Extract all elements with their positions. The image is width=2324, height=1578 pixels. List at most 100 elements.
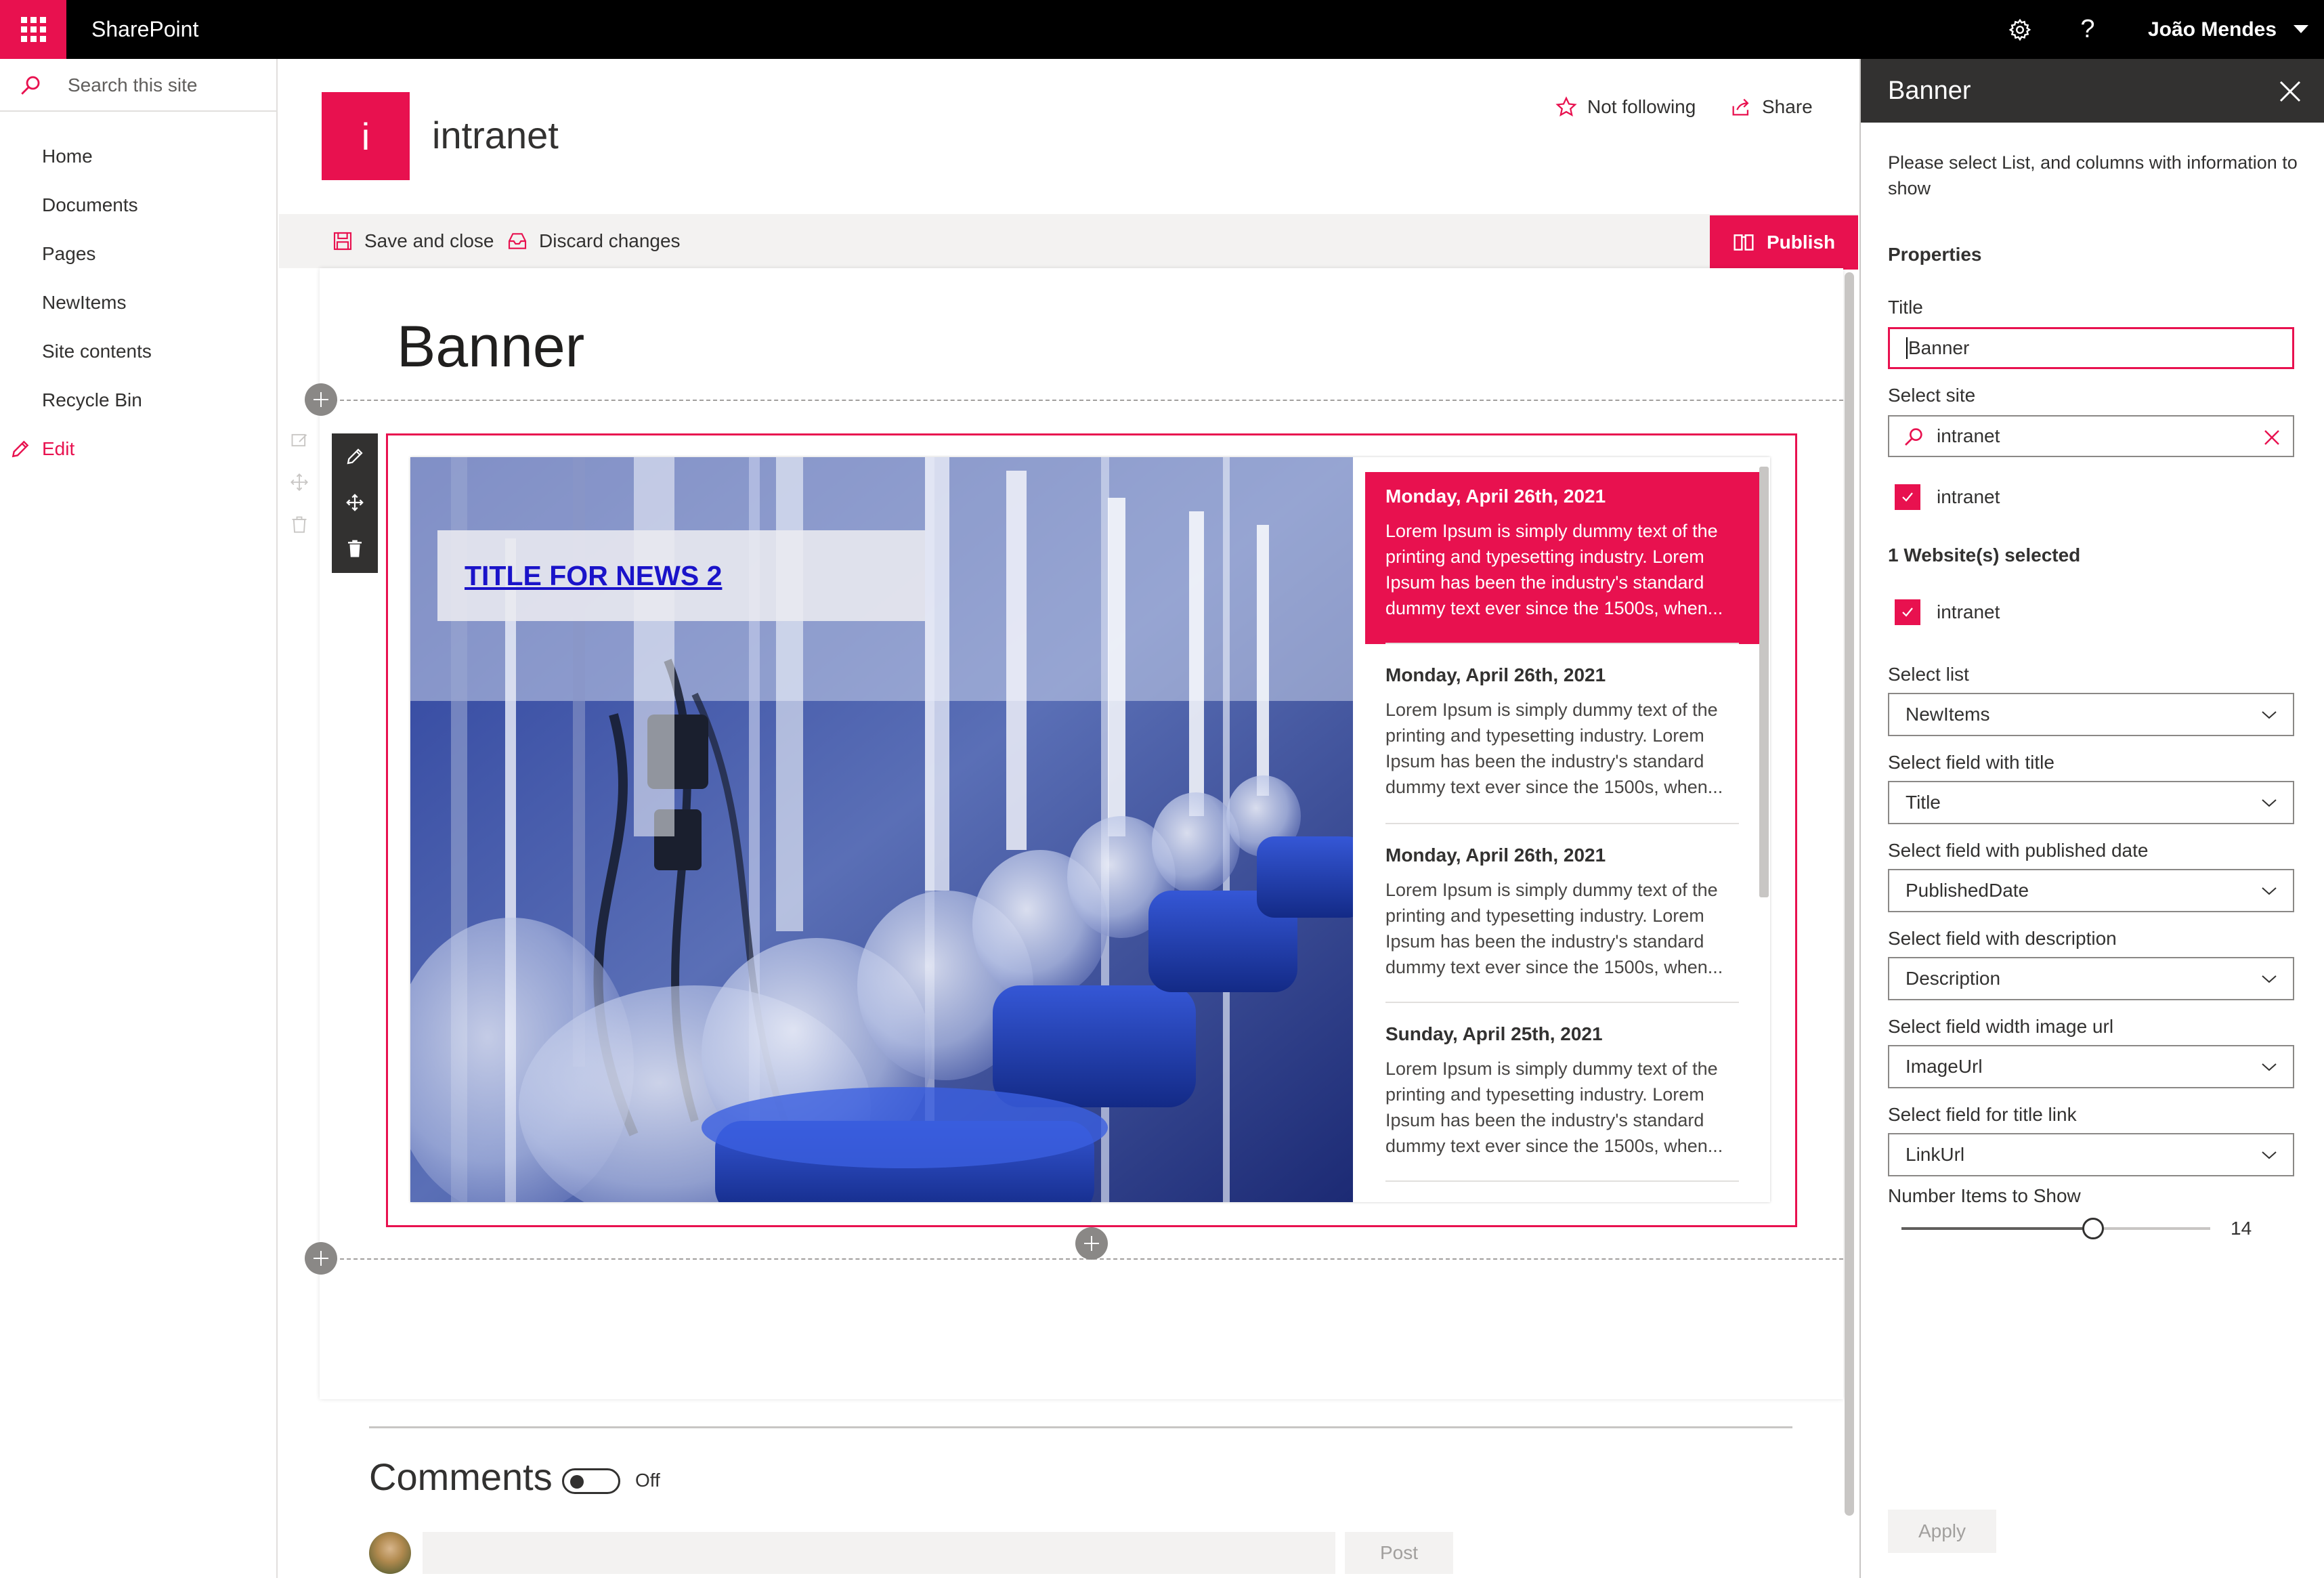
news-item[interactable]: Monday, April 26th, 2021 Lorem Ipsum is …	[1365, 472, 1759, 644]
left-navigation: Search this site Home Documents Pages Ne…	[0, 59, 278, 1578]
star-icon	[1555, 96, 1577, 117]
field-link-label: Select field for title link	[1888, 1104, 2077, 1125]
save-and-close-button[interactable]: Save and close	[332, 214, 494, 268]
close-icon[interactable]	[2277, 78, 2304, 105]
plus-icon	[1084, 1236, 1099, 1251]
site-option-checkbox[interactable]	[1895, 484, 1920, 510]
webpart-toolbar	[332, 433, 378, 573]
hero-title-box: TITLE FOR NEWS 2	[437, 530, 925, 621]
title-field-label: Title	[1888, 297, 1923, 318]
number-items-label: Number Items to Show	[1888, 1185, 2081, 1206]
save-icon	[333, 232, 352, 251]
publish-label: Publish	[1766, 232, 1836, 253]
toggle-knob	[570, 1475, 584, 1489]
nav-item-home[interactable]: Home	[42, 143, 93, 170]
news-description: Lorem Ipsum is simply dummy text of the …	[1385, 880, 1723, 977]
delete-section-button[interactable]	[290, 515, 309, 537]
field-description-dropdown[interactable]: Description	[1888, 957, 2294, 1000]
clear-icon[interactable]	[2263, 429, 2281, 446]
news-divider	[1385, 643, 1739, 644]
move-section-button[interactable]	[290, 473, 309, 495]
news-date: Monday, April 26th, 2021	[1385, 486, 1606, 507]
follow-button[interactable]: Not following	[1555, 93, 1696, 121]
add-section-button-bottom[interactable]	[305, 1242, 337, 1275]
comments-title: Comments	[369, 1455, 553, 1498]
news-divider	[1385, 1180, 1739, 1182]
select-list-value: NewItems	[1906, 704, 1990, 725]
nav-item-newitems[interactable]: NewItems	[42, 289, 126, 316]
nav-item-pages[interactable]: Pages	[42, 240, 95, 268]
comment-input[interactable]	[423, 1532, 1335, 1574]
discard-changes-label: Discard changes	[539, 230, 681, 251]
site-logo[interactable]: i	[322, 92, 410, 180]
news-item[interactable]: Monday, April 26th, 2021 Lorem Ipsum is …	[1365, 831, 1759, 1003]
caret-down-icon	[2294, 24, 2308, 33]
app-launcher-button[interactable]	[0, 0, 66, 59]
field-description-value: Description	[1906, 968, 2001, 989]
news-description: Lorem Ipsum is simply dummy text of the …	[1385, 1059, 1723, 1156]
site-title[interactable]: intranet	[432, 112, 559, 159]
text-caret	[1906, 337, 1908, 359]
pane-description: Please select List, and columns with inf…	[1888, 152, 2298, 198]
field-title-dropdown[interactable]: Title	[1888, 781, 2294, 824]
share-button[interactable]: Share	[1729, 93, 1813, 121]
publish-button[interactable]: Publish	[1710, 215, 1858, 270]
hero-title-link[interactable]: TITLE FOR NEWS 2	[465, 560, 722, 592]
number-items-slider-thumb[interactable]	[2082, 1218, 2104, 1239]
news-date: Monday, April 26th, 2021	[1385, 664, 1606, 685]
site-search-field[interactable]: intranet	[1888, 415, 2294, 457]
add-webpart-button[interactable]	[1075, 1227, 1108, 1260]
field-link-dropdown[interactable]: LinkUrl	[1888, 1133, 2294, 1176]
discard-changes-button[interactable]: Discard changes	[507, 214, 681, 268]
number-items-value: 14	[2231, 1218, 2252, 1239]
property-pane: Banner Please select List, and columns w…	[1859, 59, 2324, 1578]
brand-label[interactable]: SharePoint	[91, 0, 198, 59]
site-option-label[interactable]: intranet	[1937, 484, 2000, 510]
news-list: Monday, April 26th, 2021 Lorem Ipsum is …	[1353, 457, 1770, 1202]
selected-site-label[interactable]: intranet	[1937, 599, 2000, 625]
field-date-dropdown[interactable]: PublishedDate	[1888, 869, 2294, 912]
news-item[interactable]: Monday, April 26th, 2021 Lorem Ipsum is …	[1365, 651, 1759, 823]
apply-button[interactable]: Apply	[1888, 1510, 1996, 1553]
field-date-value: PublishedDate	[1906, 880, 2029, 901]
trash-icon	[292, 516, 307, 533]
delete-webpart-button[interactable]	[332, 526, 378, 572]
edit-webpart-button[interactable]	[332, 433, 378, 479]
post-button[interactable]: Post	[1345, 1532, 1453, 1574]
news-description: Lorem Ipsum is simply dummy text of the …	[1385, 521, 1723, 618]
comments-toggle-label: Off	[635, 1470, 660, 1491]
field-title-label: Select field with title	[1888, 752, 2054, 773]
title-field[interactable]: Banner	[1888, 327, 2294, 369]
nav-item-site-contents[interactable]: Site contents	[42, 338, 152, 365]
news-description: Lorem Ipsum is simply dummy text of the …	[1385, 700, 1723, 797]
nav-edit-link[interactable]: Edit	[9, 435, 74, 463]
edit-section-button[interactable]	[290, 431, 309, 453]
field-image-dropdown[interactable]: ImageUrl	[1888, 1045, 2294, 1088]
plus-icon	[314, 1251, 328, 1266]
hero-image[interactable]: TITLE FOR NEWS 2	[410, 457, 1353, 1202]
comments-toggle[interactable]	[562, 1468, 620, 1494]
canvas-scrollbar[interactable]	[1845, 272, 1854, 1516]
settings-button[interactable]	[2003, 0, 2037, 59]
account-menu-button[interactable]	[2287, 0, 2315, 59]
selected-site-checkbox[interactable]	[1895, 599, 1920, 625]
nav-item-documents[interactable]: Documents	[42, 192, 138, 219]
trash-icon	[348, 540, 362, 557]
add-section-button-top[interactable]	[305, 383, 337, 416]
nav-item-recycle-bin[interactable]: Recycle Bin	[42, 387, 142, 414]
section-divider-top	[320, 400, 1843, 401]
search-icon	[1905, 428, 1922, 446]
user-name[interactable]: João Mendes	[2148, 0, 2277, 59]
page-title[interactable]: Banner	[397, 313, 584, 381]
news-item[interactable]: Sunday, April 25th, 2021 Lorem Ipsum is …	[1365, 1010, 1759, 1182]
gear-icon	[2008, 18, 2031, 41]
checkmark-icon	[1902, 492, 1913, 502]
edit-label: Edit	[42, 438, 75, 459]
pencil-icon	[347, 448, 363, 465]
help-button[interactable]: ?	[2071, 0, 2105, 59]
site-search-box[interactable]: Search this site	[0, 59, 276, 112]
move-webpart-button[interactable]	[332, 479, 378, 526]
news-list-scrollbar[interactable]	[1759, 467, 1769, 897]
select-list-dropdown[interactable]: NewItems	[1888, 693, 2294, 736]
properties-heading: Properties	[1888, 244, 1982, 265]
